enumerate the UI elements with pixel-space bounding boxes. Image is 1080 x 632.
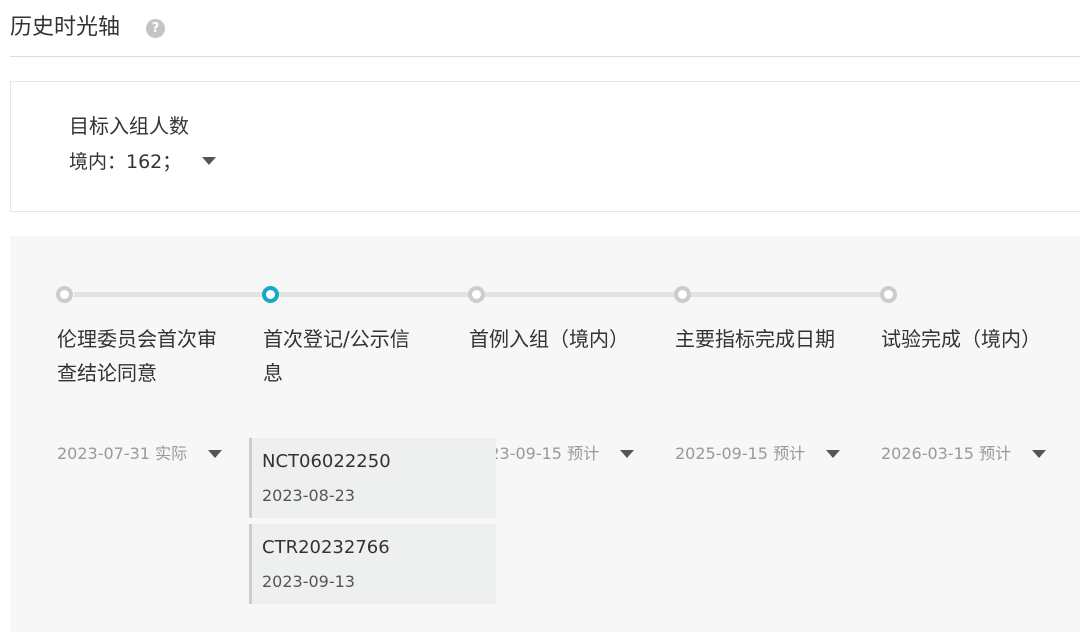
caret-down-icon[interactable] bbox=[824, 445, 842, 463]
registration-number: CTR20232766 bbox=[262, 537, 390, 558]
registration-date: 2023-09-13 bbox=[262, 572, 355, 591]
registration-card[interactable]: NCT06022250 2023-08-23 bbox=[249, 438, 496, 518]
milestone-dot-icon bbox=[674, 286, 691, 303]
milestone-dot-icon bbox=[468, 286, 485, 303]
target-enrollment-panel: 目标入组人数 境内：162； bbox=[10, 81, 1080, 212]
page-title: 历史时光轴 bbox=[10, 15, 121, 40]
registration-number: NCT06022250 bbox=[262, 451, 391, 472]
timeline-header: 历史时光轴 ? bbox=[10, 0, 1080, 57]
caret-down-icon[interactable] bbox=[206, 445, 224, 463]
target-enrollment-value: 境内：162； bbox=[69, 151, 182, 173]
milestone-dot-icon bbox=[880, 286, 897, 303]
help-icon[interactable]: ? bbox=[146, 19, 165, 38]
registration-card[interactable]: CTR20232766 2023-09-13 bbox=[249, 524, 496, 604]
milestone-date-status: 2023-07-31 实际 bbox=[57, 444, 188, 463]
caret-down-icon[interactable] bbox=[1030, 445, 1048, 463]
registration-date: 2023-08-23 bbox=[262, 486, 355, 505]
milestone-dot-icon bbox=[56, 286, 73, 303]
milestone-title: 首例入组（境内） bbox=[469, 327, 629, 351]
milestone-dot-icon bbox=[262, 286, 279, 303]
milestone-date-status: 2025-09-15 预计 bbox=[675, 444, 806, 463]
milestone-title: 试验完成（境内） bbox=[881, 327, 1041, 351]
target-enrollment-label: 目标入组人数 bbox=[69, 114, 189, 138]
milestone-date-status: 2026-03-15 预计 bbox=[881, 444, 1012, 463]
caret-down-icon[interactable] bbox=[618, 445, 636, 463]
timeline-panel: 伦理委员会首次审查结论同意 2023-07-31 实际 首次登记/公示信息 2023-… bbox=[10, 236, 1080, 632]
milestone-title: 伦理委员会首次审查结论同意 bbox=[57, 327, 217, 385]
milestone-title: 主要指标完成日期 bbox=[675, 327, 835, 351]
caret-down-icon[interactable] bbox=[199, 152, 219, 172]
milestone-title: 首次登记/公示信息 bbox=[263, 327, 410, 385]
